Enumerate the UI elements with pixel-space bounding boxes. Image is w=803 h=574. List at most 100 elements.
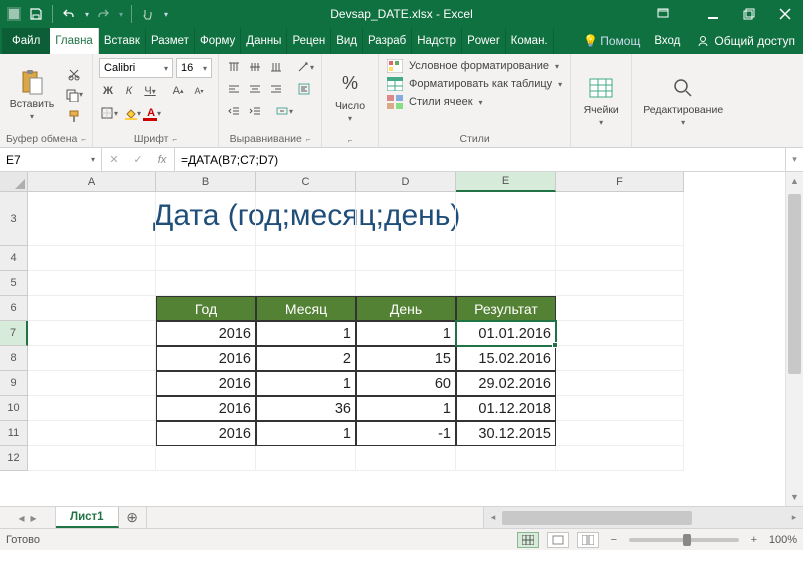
page-break-view-button[interactable] (577, 532, 599, 548)
cell[interactable]: 2016 (156, 396, 256, 421)
cell[interactable] (556, 321, 684, 346)
align-left[interactable] (225, 80, 243, 98)
tab-insert[interactable]: Вставк (99, 28, 146, 54)
vertical-scrollbar[interactable]: ▲ ▼ (785, 172, 803, 506)
row-header-6[interactable]: 6 (0, 296, 28, 321)
cell[interactable] (356, 192, 456, 246)
align-center[interactable] (246, 80, 264, 98)
horizontal-scrollbar[interactable]: ◂ ▸ (483, 507, 803, 528)
cell[interactable] (556, 192, 684, 246)
cell[interactable] (156, 192, 256, 246)
col-header-E[interactable]: E (456, 172, 556, 192)
align-middle[interactable] (246, 58, 264, 76)
row-header-10[interactable]: 10 (0, 396, 28, 421)
enter-icon[interactable]: ✓ (126, 153, 150, 166)
row-header-3[interactable]: 3 (0, 192, 28, 246)
sheet-nav-prev[interactable]: ◂ (18, 511, 24, 525)
name-box[interactable]: E7▾ (0, 148, 102, 171)
tell-me-input[interactable]: Помощ (600, 34, 640, 48)
cell[interactable]: 29.02.2016 (456, 371, 556, 396)
fill-color-button[interactable]: ▾ (122, 104, 142, 122)
cell[interactable] (456, 192, 556, 246)
tab-file[interactable]: Файл (2, 28, 50, 54)
cell[interactable]: 2016 (156, 321, 256, 346)
cell[interactable] (28, 296, 156, 321)
tab-view[interactable]: Вид (331, 28, 363, 54)
tab-review[interactable]: Рецен (287, 28, 331, 54)
underline-button[interactable]: Ч ▾ (141, 82, 159, 100)
cut-icon[interactable] (64, 65, 84, 83)
cell-styles-button[interactable]: Стили ячеек▾ (385, 94, 564, 110)
new-sheet-button[interactable]: ⊕ (119, 507, 147, 528)
formula-input[interactable]: =ДАТА(B7;C7;D7) (175, 148, 785, 171)
tab-addins[interactable]: Надстр (412, 28, 462, 54)
cell[interactable]: Результат (456, 296, 556, 321)
minimize-icon[interactable] (695, 0, 731, 28)
cell[interactable] (556, 296, 684, 321)
hscroll-thumb[interactable] (502, 511, 692, 525)
font-size-select[interactable]: 16▾ (176, 58, 212, 78)
row-header-8[interactable]: 8 (0, 346, 28, 371)
scroll-thumb[interactable] (788, 194, 801, 374)
sheet-nav-next[interactable]: ▸ (31, 511, 37, 525)
cell[interactable]: 2 (256, 346, 356, 371)
cell[interactable]: 15 (356, 346, 456, 371)
scroll-up-icon[interactable]: ▲ (786, 172, 803, 190)
tab-formulas[interactable]: Форму (195, 28, 241, 54)
cell[interactable] (556, 271, 684, 296)
cell[interactable] (28, 371, 156, 396)
cell[interactable] (456, 446, 556, 471)
share-button[interactable]: Общий доступ (688, 28, 803, 54)
number-format-button[interactable]: % Число ▾ (328, 58, 372, 134)
undo-dropdown[interactable]: ▾ (85, 10, 89, 19)
font-launcher[interactable]: ⌐ (172, 135, 177, 144)
tell-me-icon[interactable]: 💡 (583, 34, 598, 48)
increase-indent[interactable] (246, 102, 264, 120)
italic-button[interactable]: К (120, 82, 138, 100)
cell[interactable] (456, 271, 556, 296)
cell[interactable] (256, 192, 356, 246)
format-painter-icon[interactable] (64, 107, 84, 125)
cell[interactable] (556, 396, 684, 421)
alignment-launcher[interactable]: ⌐ (306, 135, 311, 144)
decrease-indent[interactable] (225, 102, 243, 120)
zoom-out-button[interactable]: − (607, 534, 621, 546)
fx-icon[interactable]: fx (150, 154, 174, 166)
save-icon[interactable] (28, 6, 44, 22)
row-header-7[interactable]: 7 (0, 321, 28, 346)
cell[interactable]: 1 (256, 371, 356, 396)
cell[interactable]: 01.12.2018 (456, 396, 556, 421)
font-color-button[interactable]: A▾ (145, 104, 163, 122)
scroll-left-icon[interactable]: ◂ (484, 512, 502, 523)
tab-power[interactable]: Power (462, 28, 506, 54)
normal-view-button[interactable] (517, 532, 539, 548)
cell[interactable] (356, 446, 456, 471)
sheet-tab-1[interactable]: Лист1 (56, 507, 119, 528)
align-bottom[interactable] (267, 58, 285, 76)
align-right[interactable] (267, 80, 285, 98)
cell[interactable] (256, 446, 356, 471)
format-as-table-button[interactable]: Форматировать как таблицу▾ (385, 76, 564, 92)
cell[interactable] (156, 246, 256, 271)
font-name-select[interactable]: Calibri▾ (99, 58, 173, 78)
cell[interactable]: 1 (256, 321, 356, 346)
bold-button[interactable]: Ж (99, 82, 117, 100)
cell[interactable] (156, 446, 256, 471)
formula-expand[interactable]: ▾ (785, 148, 803, 171)
cell[interactable] (556, 246, 684, 271)
wrap-text-button[interactable] (295, 80, 313, 98)
clipboard-launcher[interactable]: ⌐ (81, 135, 86, 144)
redo-icon[interactable] (95, 6, 111, 22)
cell[interactable] (28, 192, 156, 246)
cell[interactable] (28, 321, 156, 346)
close-icon[interactable] (767, 0, 803, 28)
shrink-font-button[interactable]: A▾ (190, 82, 208, 100)
tab-team[interactable]: Коман. (506, 28, 554, 54)
col-header-B[interactable]: B (156, 172, 256, 192)
cell[interactable]: 2016 (156, 346, 256, 371)
zoom-level[interactable]: 100% (769, 534, 797, 546)
row-header-4[interactable]: 4 (0, 246, 28, 271)
copy-icon[interactable]: ▾ (64, 86, 84, 104)
zoom-in-button[interactable]: + (747, 534, 761, 546)
restore-icon[interactable] (731, 0, 767, 28)
